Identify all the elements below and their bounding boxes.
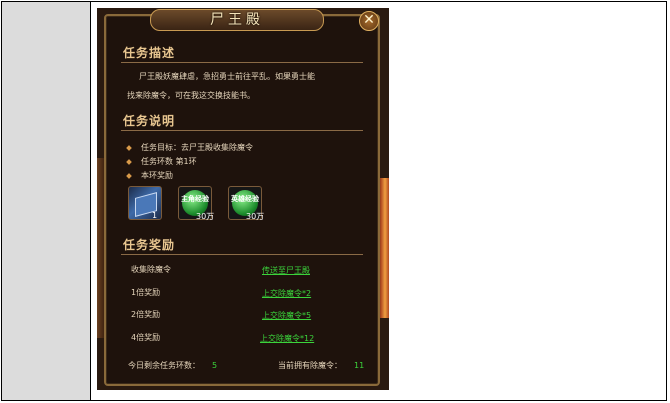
- reward-row-label: 4倍奖励: [131, 333, 161, 342]
- rewards-heading: 任务奖励: [123, 238, 176, 252]
- dialog-title: 尸王殿: [210, 12, 264, 28]
- remaining-rounds-label: 今日剩余任务环数：: [128, 361, 200, 370]
- explanation-heading: 任务说明: [123, 114, 176, 128]
- explanation-item-target: 任务目标：去尸王殿收集除魔令: [141, 143, 253, 152]
- submit-5-link[interactable]: 上交除魔令*5: [262, 310, 311, 321]
- skill-book-count: 1: [152, 211, 158, 220]
- reward-row-label: 2倍奖励: [131, 310, 161, 319]
- submit-2-link[interactable]: 上交除魔令*2: [262, 288, 311, 299]
- heroic-exp-label: 英雄经验: [231, 195, 259, 203]
- owned-tokens-value: 11: [354, 361, 365, 370]
- explanation-item-reward: 本环奖励: [141, 171, 173, 180]
- close-button[interactable]: ✕: [359, 11, 379, 31]
- description-heading: 任务描述: [123, 46, 176, 60]
- description-divider: [121, 62, 363, 63]
- heroic-exp-count: 30万: [246, 212, 265, 221]
- teleport-link[interactable]: 传送至尸王殿: [262, 265, 310, 276]
- remaining-rounds-value: 5: [212, 361, 218, 370]
- rewards-divider: [121, 254, 363, 255]
- table-left-cell: [2, 2, 91, 400]
- hero-exp-label: 主角经验: [181, 195, 209, 203]
- reward-row-label: 收集除魔令: [131, 265, 171, 274]
- reward-row-label: 1倍奖励: [131, 288, 161, 297]
- explanation-divider: [121, 130, 363, 131]
- explanation-item-round: 任务环数 第1环: [141, 157, 197, 166]
- description-line-2: 找来除魔令，可在我这交换技能书。: [127, 91, 255, 100]
- submit-12-link[interactable]: 上交除魔令*12: [260, 333, 314, 344]
- owned-tokens-label: 当前拥有除魔令：: [278, 361, 342, 370]
- description-line-1: 尸王殿妖魔肆虐，急招勇士前往平乱。如果勇士能: [139, 72, 315, 81]
- hero-exp-count: 30万: [196, 212, 215, 221]
